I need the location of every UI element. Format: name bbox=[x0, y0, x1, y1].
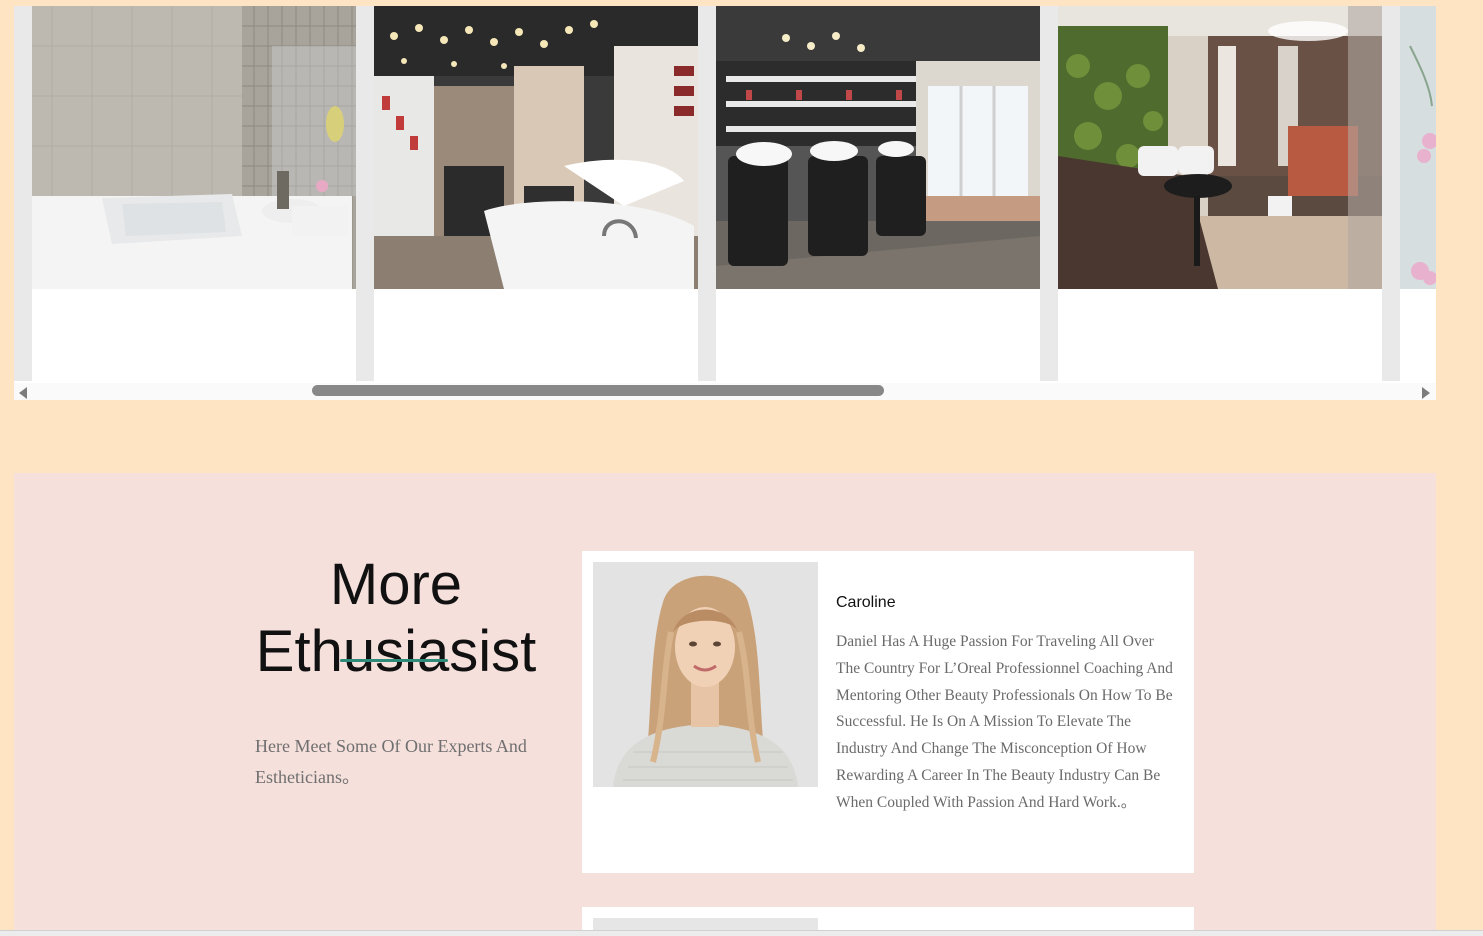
gallery-track[interactable] bbox=[14, 6, 1436, 381]
horizontal-scrollbar[interactable] bbox=[14, 383, 1436, 400]
gallery-card[interactable] bbox=[716, 6, 1040, 381]
spa-bathtub-photo bbox=[32, 6, 356, 289]
triangle-right-icon[interactable] bbox=[1422, 387, 1430, 399]
gallery-card[interactable] bbox=[374, 6, 698, 381]
expert-card[interactable]: Caroline Daniel Has A Huge Passion For T… bbox=[582, 551, 1194, 873]
title-line-1: More bbox=[329, 552, 463, 617]
experts-section: More Ethusiasist Here Meet Some Of Our E… bbox=[14, 473, 1436, 935]
scrollbar-thumb[interactable] bbox=[312, 385, 884, 396]
gallery-card[interactable] bbox=[32, 6, 356, 381]
expert-avatar bbox=[593, 562, 818, 787]
gallery-card[interactable] bbox=[1058, 6, 1382, 381]
salon-interior-photo bbox=[374, 6, 698, 289]
section-intro: Here Meet Some Of Our Experts And Esthet… bbox=[255, 736, 527, 787]
photo-gallery bbox=[14, 6, 1436, 400]
gallery-card[interactable] bbox=[1400, 6, 1436, 381]
expert-bio: Daniel Has A Huge Passion For Traveling … bbox=[836, 633, 1173, 811]
page-bottom-edge bbox=[0, 930, 1483, 936]
triangle-left-icon[interactable] bbox=[19, 387, 27, 399]
section-title: More Ethusiasist bbox=[250, 551, 542, 685]
expert-name: Caroline bbox=[836, 594, 896, 611]
wash-station-photo bbox=[716, 6, 1040, 289]
green-wall-salon-photo bbox=[1058, 6, 1382, 289]
title-accent-underline bbox=[340, 659, 448, 662]
flower-photo bbox=[1400, 6, 1436, 289]
title-line-2: Ethusiasist bbox=[255, 619, 537, 684]
